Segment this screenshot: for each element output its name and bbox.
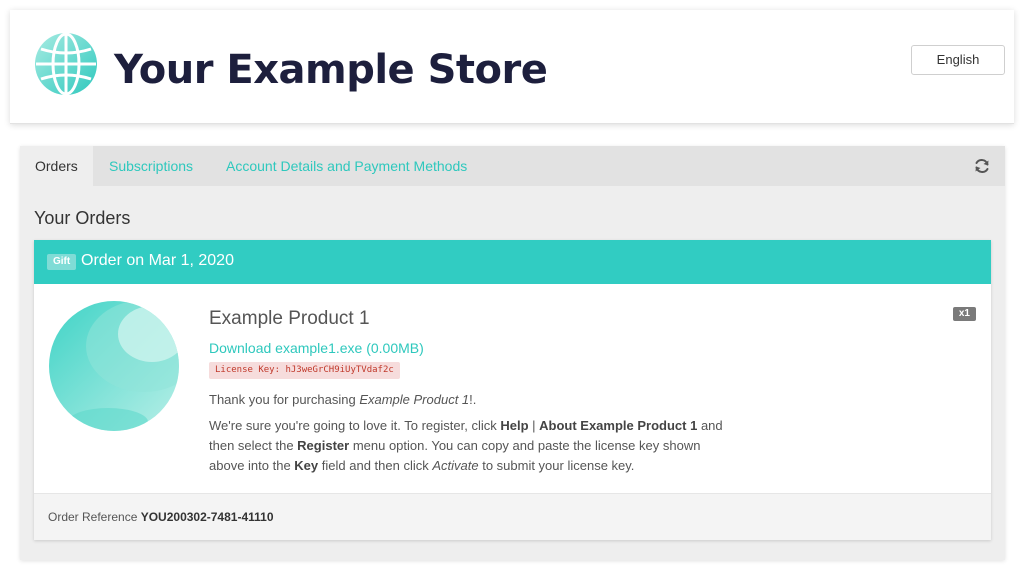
tab-account-details[interactable]: Account Details and Payment Methods — [226, 146, 467, 186]
order-card: Gift Order on Mar 1, 2020 Example Produc… — [34, 240, 991, 540]
store-name: Your Example Store — [114, 47, 548, 93]
gift-badge: Gift — [47, 254, 77, 270]
license-key: License Key: hJ3weGrCH9iUyTVdaf2c — [209, 362, 400, 379]
order-title: Order on Mar 1, 2020 — [81, 252, 234, 269]
tab-bar: Orders Subscriptions Account Details and… — [20, 146, 1005, 186]
refresh-icon[interactable] — [973, 157, 991, 175]
language-button[interactable]: English — [911, 45, 1005, 75]
quantity-badge: x1 — [952, 307, 976, 321]
download-link[interactable]: Download example1.exe (0.00MB) — [209, 340, 424, 356]
tab-subscriptions[interactable]: Subscriptions — [109, 146, 193, 186]
thank-you-text: Thank you for purchasing Example Product… — [209, 392, 477, 407]
order-footer: Order Reference YOU200302-7481-41110 — [34, 493, 991, 540]
store-header: Your Example Store English — [10, 10, 1014, 124]
order-reference: Order Reference YOU200302-7481-41110 — [48, 510, 274, 524]
registration-instructions: We're sure you're going to love it. To r… — [209, 418, 723, 473]
account-panel: Orders Subscriptions Account Details and… — [20, 146, 1005, 560]
order-header: Gift Order on Mar 1, 2020 — [34, 240, 991, 284]
product-name: Example Product 1 — [209, 308, 370, 329]
product-sphere-image — [49, 301, 179, 431]
section-title: Your Orders — [34, 208, 131, 228]
globe-logo-icon — [35, 32, 97, 96]
tab-orders[interactable]: Orders — [20, 146, 93, 186]
